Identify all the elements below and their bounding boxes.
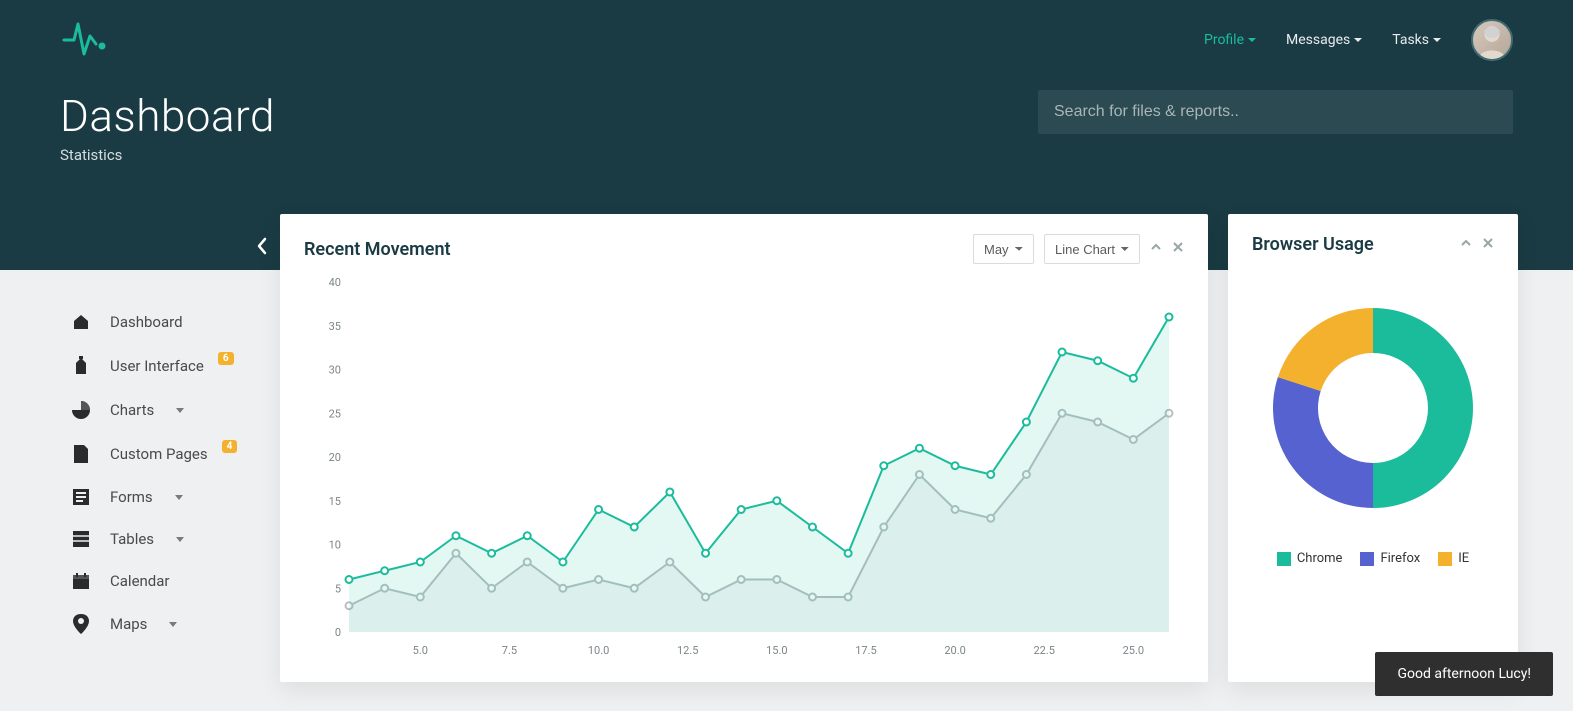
search-input[interactable] bbox=[1038, 90, 1513, 134]
donut-chart bbox=[1268, 303, 1478, 513]
sidebar-item-label: Calendar bbox=[110, 572, 170, 590]
tables-icon bbox=[70, 530, 92, 548]
recent-movement-card: Recent Movement May Line Chart 0 5 10 15 20 2… bbox=[280, 214, 1208, 682]
badge: 4 bbox=[222, 440, 238, 453]
custom-pages-icon bbox=[70, 444, 92, 464]
chevron-down-icon bbox=[1354, 38, 1362, 42]
browser-usage-card: Browser Usage Chrome Firefox IE bbox=[1228, 214, 1518, 682]
sidebar-item-label: Maps bbox=[110, 615, 147, 633]
donut-legend: Chrome Firefox IE bbox=[1277, 551, 1469, 566]
sidebar-item-label: User Interface bbox=[110, 357, 204, 375]
svg-text:40: 40 bbox=[329, 276, 341, 289]
sidebar-item-label: Dashboard bbox=[110, 313, 183, 331]
sidebar-item-label: Forms bbox=[110, 488, 153, 506]
page-subtitle: Statistics bbox=[60, 146, 275, 164]
forms-icon bbox=[70, 488, 92, 506]
charts-icon bbox=[70, 400, 92, 420]
svg-text:5.0: 5.0 bbox=[413, 644, 428, 657]
svg-text:30: 30 bbox=[329, 364, 341, 377]
sidebar-item-forms[interactable]: Forms bbox=[0, 476, 280, 518]
month-select[interactable]: May bbox=[973, 234, 1034, 264]
chevron-down-icon bbox=[169, 622, 177, 627]
close-icon[interactable] bbox=[1482, 237, 1494, 253]
top-nav: Profile Messages Tasks bbox=[1204, 19, 1513, 61]
sidebar-item-charts[interactable]: Charts bbox=[0, 388, 280, 432]
user-interface-icon bbox=[70, 356, 92, 376]
chevron-down-icon bbox=[176, 537, 184, 542]
legend-item: Chrome bbox=[1277, 551, 1343, 566]
toast-notification: Good afternoon Lucy! bbox=[1375, 652, 1553, 696]
svg-text:25.0: 25.0 bbox=[1123, 644, 1144, 657]
sidebar-collapse-button[interactable] bbox=[255, 236, 269, 261]
badge: 6 bbox=[218, 352, 234, 365]
sidebar-item-maps[interactable]: Maps bbox=[0, 602, 280, 646]
chevron-down-icon bbox=[175, 495, 183, 500]
nav-tasks[interactable]: Tasks bbox=[1392, 32, 1441, 48]
chevron-down-icon bbox=[1248, 38, 1256, 42]
svg-text:12.5: 12.5 bbox=[677, 644, 698, 657]
card-title: Browser Usage bbox=[1252, 234, 1374, 255]
svg-text:10: 10 bbox=[329, 539, 341, 552]
calendar-icon bbox=[70, 572, 92, 590]
chevron-up-icon[interactable] bbox=[1150, 241, 1162, 257]
charttype-select[interactable]: Line Chart bbox=[1044, 234, 1140, 264]
card-title: Recent Movement bbox=[304, 239, 451, 260]
chevron-down-icon bbox=[1433, 38, 1441, 42]
sidebar-item-label: Tables bbox=[110, 530, 154, 548]
svg-text:0: 0 bbox=[335, 626, 341, 639]
svg-text:7.5: 7.5 bbox=[502, 644, 517, 657]
dashboard-icon bbox=[70, 312, 92, 332]
sidebar-item-calendar[interactable]: Calendar bbox=[0, 560, 280, 602]
svg-text:35: 35 bbox=[329, 320, 341, 333]
chevron-up-icon[interactable] bbox=[1460, 237, 1472, 253]
sidebar-item-label: Custom Pages bbox=[110, 445, 208, 463]
sidebar-item-custom-pages[interactable]: Custom Pages 4 bbox=[0, 432, 280, 476]
svg-text:25: 25 bbox=[329, 407, 341, 420]
svg-text:15: 15 bbox=[329, 495, 341, 508]
close-icon[interactable] bbox=[1172, 241, 1184, 257]
page-title: Dashboard bbox=[60, 90, 275, 142]
svg-text:22.5: 22.5 bbox=[1033, 644, 1054, 657]
legend-item: Firefox bbox=[1360, 551, 1420, 566]
legend-item: IE bbox=[1438, 551, 1469, 566]
svg-text:20.0: 20.0 bbox=[944, 644, 965, 657]
nav-messages[interactable]: Messages bbox=[1286, 32, 1362, 48]
svg-text:5: 5 bbox=[335, 582, 341, 595]
sidebar-item-tables[interactable]: Tables bbox=[0, 518, 280, 560]
avatar[interactable] bbox=[1471, 19, 1513, 61]
sidebar-item-label: Charts bbox=[110, 401, 154, 419]
sidebar-item-dashboard[interactable]: Dashboard bbox=[0, 300, 280, 344]
svg-text:17.5: 17.5 bbox=[855, 644, 876, 657]
logo-icon[interactable] bbox=[60, 18, 114, 62]
chevron-down-icon bbox=[176, 408, 184, 413]
svg-text:15.0: 15.0 bbox=[766, 644, 787, 657]
svg-text:20: 20 bbox=[329, 451, 341, 464]
maps-icon bbox=[70, 614, 92, 634]
line-chart: 0 5 10 15 20 25 30 35 40 5.0 7.5 10.0 12.5 15.0 17.5 20… bbox=[304, 272, 1184, 662]
sidebar: Dashboard User Interface 6 Charts Custom Pag… bbox=[0, 270, 280, 646]
nav-profile[interactable]: Profile bbox=[1204, 32, 1256, 48]
svg-text:10.0: 10.0 bbox=[588, 644, 609, 657]
sidebar-item-user-interface[interactable]: User Interface 6 bbox=[0, 344, 280, 388]
